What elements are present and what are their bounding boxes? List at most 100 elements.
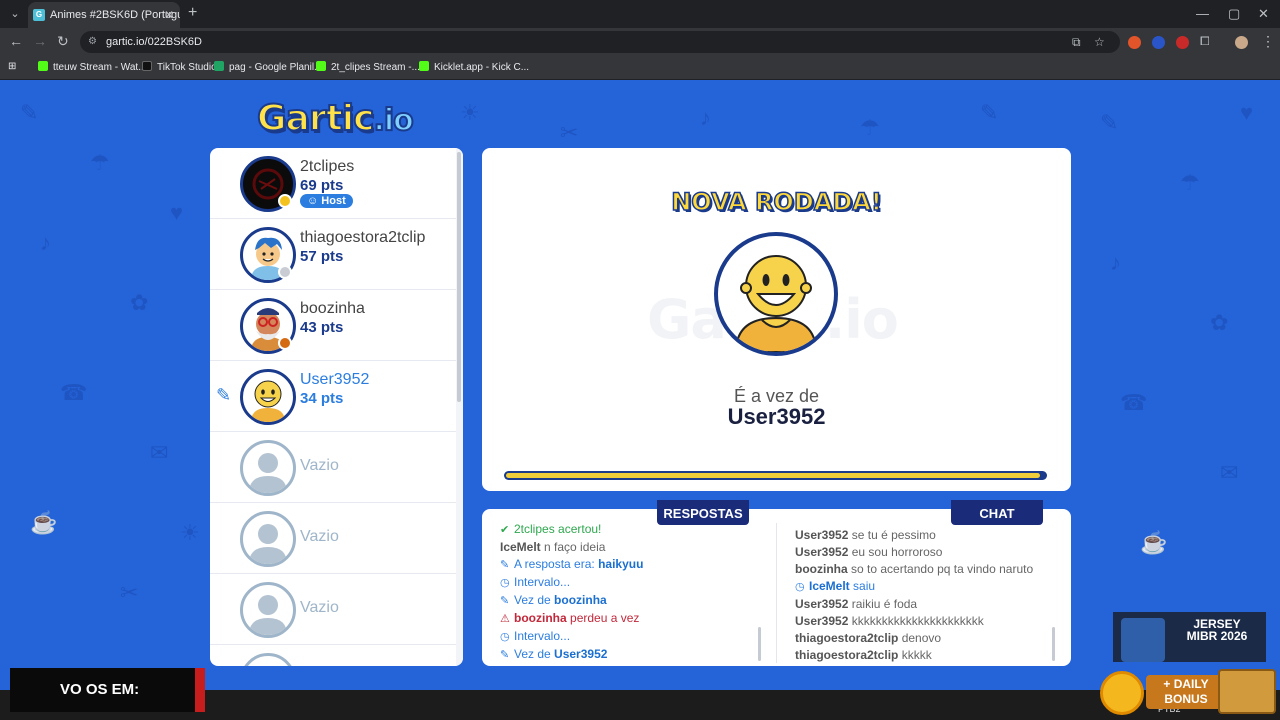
player-row[interactable]: boozinha 43 pts <box>210 290 456 361</box>
pencil-icon: ✎ <box>500 595 510 607</box>
round-timer-bar <box>504 471 1047 480</box>
empty-slot: Vazio <box>210 574 456 645</box>
answer-line: ⚠ boozinha perdeu a vez <box>500 610 765 628</box>
chat-message: User3952 eu sou horroroso <box>795 545 943 559</box>
gartic-logo: Gartic.io <box>256 97 415 140</box>
empty-avatar-icon <box>240 511 296 567</box>
host-badge: ☺ Host <box>300 194 353 208</box>
answers-chat-panel: ✔ 2tclipes acertou! IceMelt n faço ideia … <box>482 509 1071 666</box>
chat-message: User3952 kkkkkkkkkkkkkkkkkkkkkk <box>795 614 984 628</box>
bookmark-star-icon[interactable]: ☆ <box>1094 31 1105 53</box>
round-title: NOVA RODADA! <box>670 187 882 217</box>
chat-message: thiagoestora2tclip kkkkk <box>795 648 932 662</box>
empty-avatar-icon <box>240 653 296 666</box>
install-icon[interactable]: ⧉ <box>1072 31 1081 53</box>
player-name: boozinha <box>300 300 365 317</box>
site-info-icon[interactable]: ⚙ <box>88 31 97 53</box>
close-window-icon[interactable]: ✕ <box>1258 6 1269 22</box>
stream-overlay-banner: VO OS EM: <box>10 668 205 712</box>
answer-line: ✎ A resposta era: haikyuu <box>500 556 765 574</box>
empty-slot: Vazio <box>210 503 456 574</box>
bookmark-item[interactable]: TikTok Studio <box>142 61 217 73</box>
url-field[interactable]: ⚙ gartic.io/022BSK6D ⧉ ☆ <box>80 31 1120 53</box>
bookmark-item[interactable]: tteuw Stream - Wat... <box>38 61 147 73</box>
extension-icon[interactable] <box>1152 36 1165 49</box>
extension-icon[interactable] <box>1128 36 1141 49</box>
ad-photo <box>1121 618 1165 662</box>
close-tab-icon[interactable]: ✕ <box>164 2 174 28</box>
maximize-icon[interactable]: ▢ <box>1228 6 1240 22</box>
bonus-label: + DAILY BONUS <box>1146 675 1226 709</box>
browser-tab[interactable]: G Animes #2BSK6D (Português) ✕ <box>28 2 180 28</box>
daily-bonus-overlay: + DAILY BONUS <box>1100 669 1280 715</box>
status-dot <box>278 194 292 208</box>
check-icon: ✔ <box>500 524 510 536</box>
bookmark-item[interactable]: 2t_clipes Stream -... <box>316 61 420 73</box>
bookmarks-bar: ⊞ tteuw Stream - Wat... TikTok Studio pa… <box>0 56 1280 80</box>
tab-chat[interactable]: CHAT <box>951 500 1043 525</box>
drawing-stage: Gartic.io NOVA RODADA! É a vez de User39… <box>482 148 1071 491</box>
player-list: 2tclipes 69 pts ☺ Host thiagoestora2tcli… <box>210 148 463 666</box>
pencil-icon: ✎ <box>500 559 510 571</box>
player-row[interactable]: 2tclipes 69 pts ☺ Host <box>210 148 456 219</box>
panel-divider <box>776 523 777 663</box>
jersey-ad-overlay: JERSEY MIBR 2026 <box>1113 612 1266 662</box>
clock-icon: ◷ <box>500 631 510 643</box>
url-text: gartic.io/022BSK6D <box>106 36 202 48</box>
pencil-icon: ✎ <box>500 649 510 661</box>
chat-scrollbar[interactable] <box>1052 627 1055 661</box>
player-points: 34 pts <box>300 390 344 407</box>
drawer-avatar <box>714 232 838 356</box>
scrollbar-thumb[interactable] <box>457 152 461 402</box>
forward-icon[interactable]: → <box>33 33 47 49</box>
empty-slot-label: Vazio <box>300 457 339 474</box>
player-row-current-drawer[interactable]: ✎ User3952 34 pts <box>210 361 456 432</box>
tab-search-icon[interactable]: ⌄ <box>6 5 24 23</box>
answer-line: IceMelt n faço ideia <box>500 540 606 554</box>
menu-icon[interactable]: ⋮ <box>1261 33 1275 50</box>
gartic-favicon-icon: G <box>33 9 45 21</box>
status-dot <box>278 265 292 279</box>
empty-slot-label: Vazio <box>300 528 339 545</box>
player-avatar <box>240 369 296 425</box>
extensions-puzzle-icon[interactable]: ⧠ <box>1200 34 1210 49</box>
new-tab-icon[interactable]: + <box>188 4 197 22</box>
player-name: 2tclipes <box>300 158 355 175</box>
back-icon[interactable]: ← <box>9 33 23 49</box>
bookmark-item[interactable]: pag - Google Planil... <box>214 61 322 73</box>
empty-slot-label: Vazio <box>300 599 339 616</box>
answers-scrollbar[interactable] <box>758 627 761 661</box>
answer-line: ✎ Vez de boozinha <box>500 592 765 610</box>
minimize-icon[interactable]: — <box>1196 6 1209 21</box>
tab-respostas[interactable]: RESPOSTAS <box>657 500 749 525</box>
bookmark-item[interactable]: Kicklet.app - Kick C... <box>419 61 529 73</box>
chat-message: boozinha so to acertando pq ta vindo nar… <box>795 562 1034 576</box>
player-points: 43 pts <box>300 319 344 336</box>
turn-player-name: User3952 <box>727 404 826 429</box>
ad-text: JERSEY MIBR 2026 <box>1186 617 1248 643</box>
treasure-chest-icon <box>1218 669 1276 714</box>
empty-avatar-icon <box>240 440 296 496</box>
player-points: 57 pts <box>300 248 344 265</box>
browser-tab-bar: ⌄ G Animes #2BSK6D (Português) ✕ + — ▢ ✕ <box>0 0 1280 28</box>
empty-slot <box>210 645 456 666</box>
chat-message: User3952 raikiu é foda <box>795 597 918 611</box>
player-points: 69 pts <box>300 177 344 194</box>
player-name: thiagoestora2tclip <box>300 229 426 246</box>
extension-icon[interactable] <box>1176 36 1189 49</box>
bonus-coin-icon <box>1100 671 1144 715</box>
player-list-scrollbar[interactable] <box>456 148 463 666</box>
chat-message: thiagoestora2tclip denovo <box>795 631 942 645</box>
empty-avatar-icon <box>240 582 296 638</box>
profile-avatar[interactable] <box>1235 36 1248 49</box>
chat-feed: User3952 se tu é pessimo User3952 eu sou… <box>795 527 1060 666</box>
player-name: User3952 <box>300 371 370 388</box>
apps-icon[interactable]: ⊞ <box>8 61 16 72</box>
empty-slot: Vazio <box>210 432 456 503</box>
reload-icon[interactable]: ↻ <box>57 33 69 50</box>
chat-message: User3952 se tu é pessimo <box>795 528 936 542</box>
player-row[interactable]: thiagoestora2tclip 57 pts <box>210 219 456 290</box>
stream-overlay-text: VO OS EM: <box>10 668 195 712</box>
answer-line: ◷ Intervalo... <box>500 628 765 646</box>
pencil-icon: ✎ <box>216 385 232 405</box>
